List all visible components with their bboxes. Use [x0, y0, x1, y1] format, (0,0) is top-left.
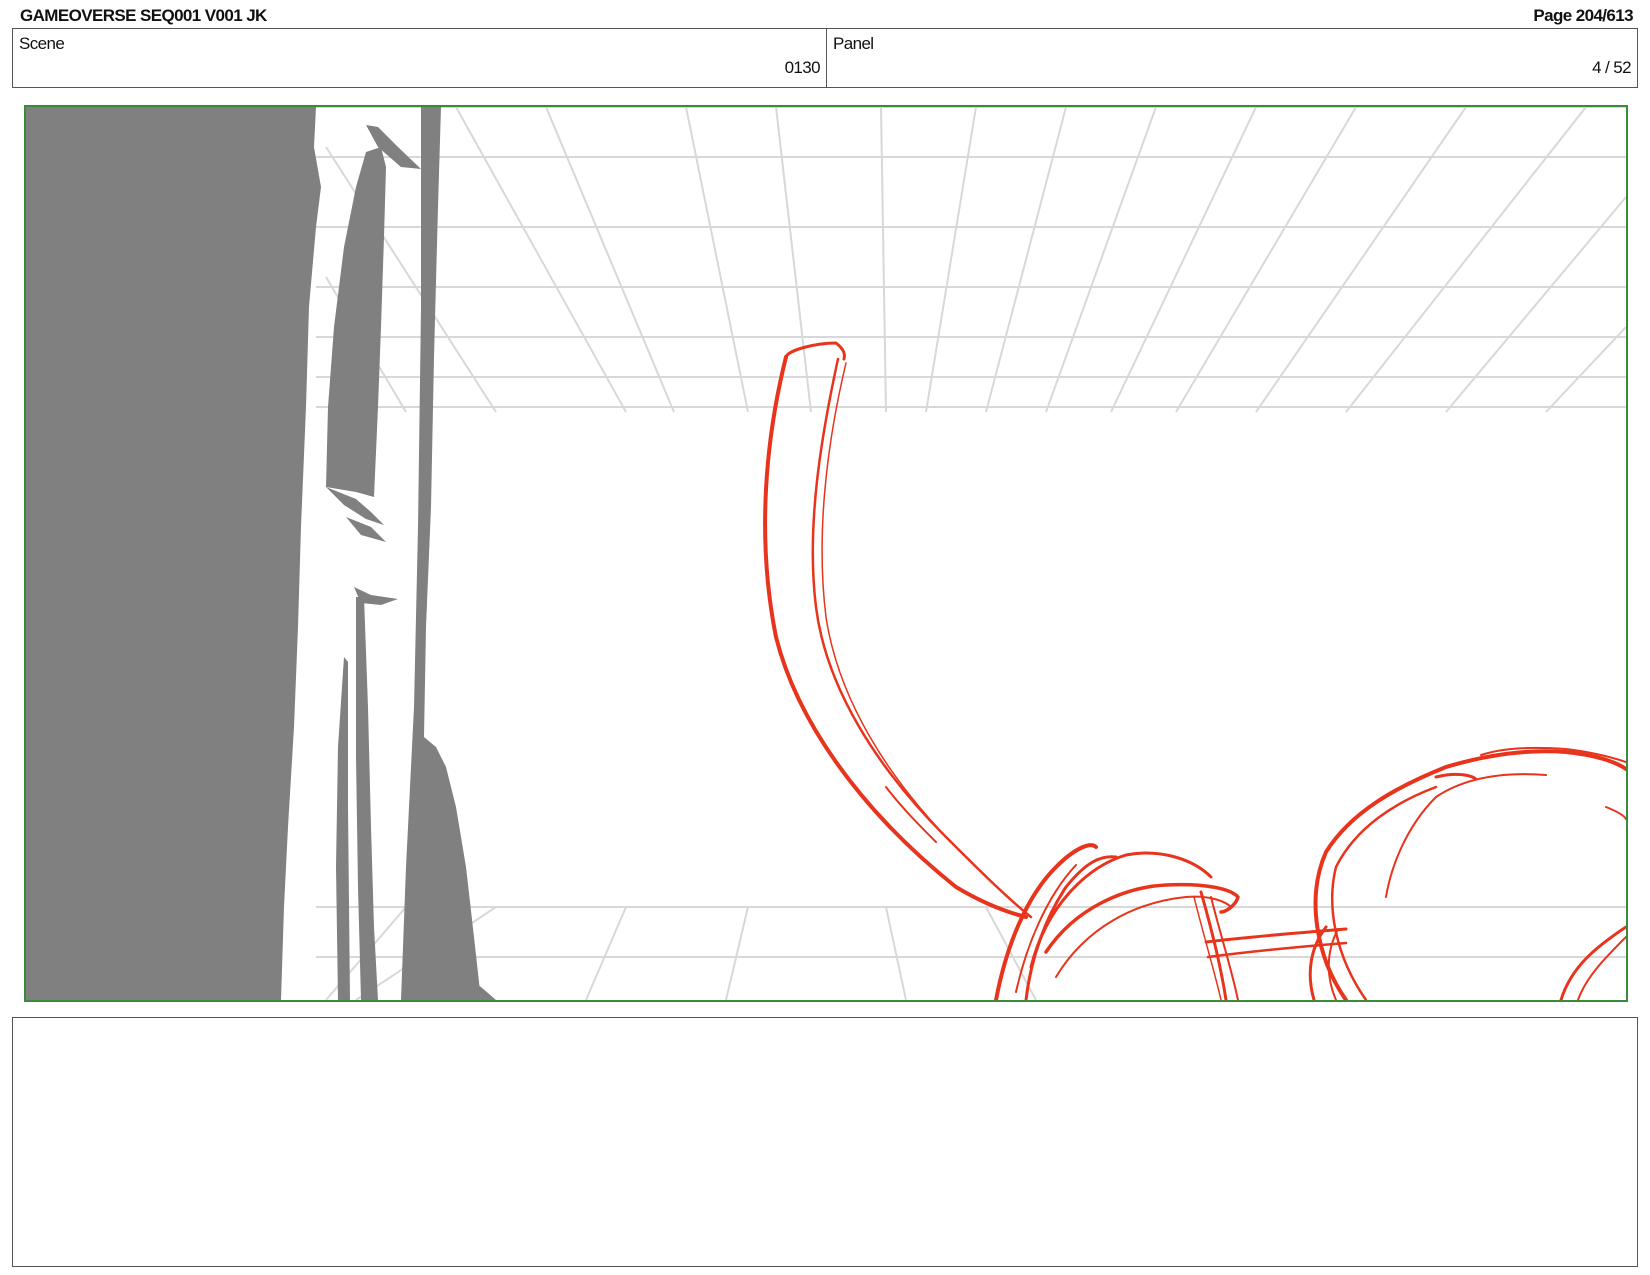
- info-table: Scene 0130 Panel 4 / 52: [12, 28, 1638, 88]
- character-sketch: [763, 341, 1626, 1000]
- scene-label: Scene: [19, 34, 65, 53]
- floor-grid: [316, 906, 1626, 1000]
- page-number: Page 204/613: [1533, 6, 1633, 25]
- shadow-shapes: [26, 107, 496, 1000]
- panel-label: Panel: [833, 34, 874, 53]
- document-title: GAMEOVERSE SEQ001 V001 JK: [20, 6, 267, 25]
- panel-cell: Panel 4 / 52: [827, 29, 1637, 87]
- panel-drawing: [26, 107, 1626, 1000]
- notes-box[interactable]: [12, 1017, 1638, 1267]
- storyboard-panel: [24, 105, 1628, 1002]
- panel-value: 4 / 52: [1592, 58, 1632, 77]
- scene-value: 0130: [784, 58, 821, 77]
- ceiling-grid: [316, 107, 1626, 413]
- scene-cell: Scene 0130: [13, 29, 827, 87]
